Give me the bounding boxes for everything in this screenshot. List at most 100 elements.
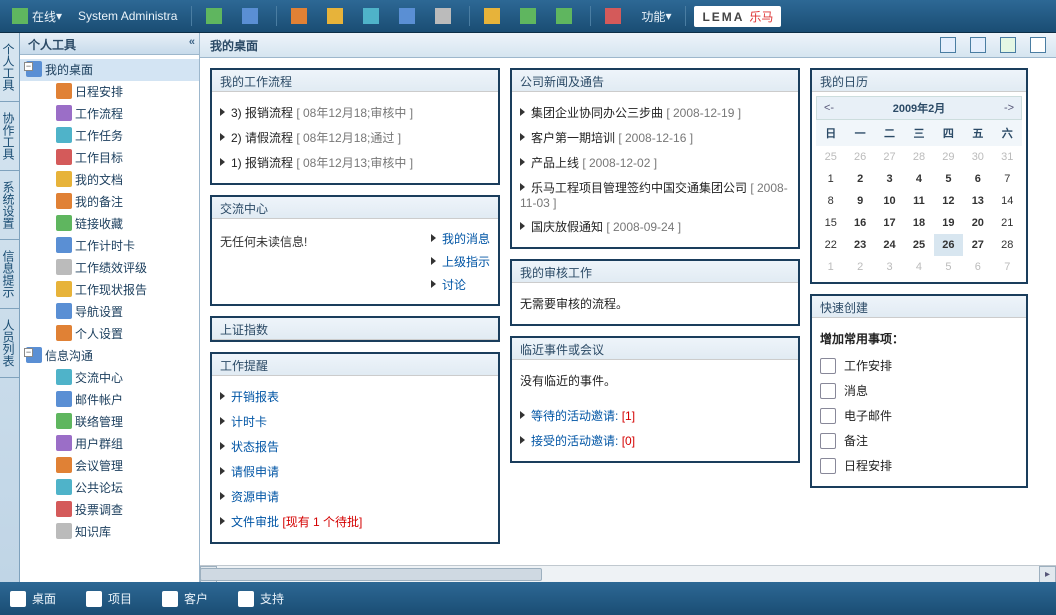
tb-mail-new[interactable] xyxy=(357,4,389,28)
tb-note[interactable] xyxy=(321,4,353,28)
tree-item[interactable]: 日程安排 xyxy=(20,81,199,103)
sidebar-collapse-icon[interactable]: « xyxy=(189,36,195,48)
cal-day[interactable]: 1 xyxy=(816,256,845,278)
cal-day[interactable]: 1 xyxy=(816,168,845,190)
tb-prev[interactable] xyxy=(514,4,546,28)
tree-group-0[interactable]: −我的桌面 xyxy=(20,59,199,81)
cal-day[interactable]: 28 xyxy=(904,146,933,168)
tree-item[interactable]: 交流中心 xyxy=(20,367,199,389)
hdr-add-icon[interactable] xyxy=(1000,37,1016,53)
comm-link[interactable]: 上级指示 xyxy=(431,250,490,273)
tree-toggle-icon[interactable]: − xyxy=(24,62,33,71)
cal-day[interactable]: 16 xyxy=(845,212,874,234)
cal-day[interactable]: 2 xyxy=(845,168,874,190)
tree-item[interactable]: 工作计时卡 xyxy=(20,235,199,257)
cal-day[interactable]: 7 xyxy=(993,256,1022,278)
remind-row[interactable]: 计时卡 xyxy=(220,409,490,434)
cal-day[interactable]: 30 xyxy=(963,146,992,168)
tb-mail-out[interactable] xyxy=(429,4,461,28)
cal-day[interactable]: 15 xyxy=(816,212,845,234)
cal-day[interactable]: 9 xyxy=(845,190,874,212)
comm-link[interactable]: 我的消息 xyxy=(431,227,490,250)
cal-day[interactable]: 29 xyxy=(934,146,963,168)
tb-mail-in[interactable] xyxy=(393,4,425,28)
tree-group-1[interactable]: −信息沟通 xyxy=(20,345,199,367)
quick-item[interactable]: 日程安排 xyxy=(820,453,1018,478)
cal-day[interactable]: 26 xyxy=(845,146,874,168)
tree-item[interactable]: 工作目标 xyxy=(20,147,199,169)
cal-day[interactable]: 6 xyxy=(963,168,992,190)
tree-toggle-icon[interactable]: − xyxy=(24,348,33,357)
bottom-tab-1[interactable]: 项目 xyxy=(86,590,132,607)
tree-item[interactable]: 邮件帐户 xyxy=(20,389,199,411)
cal-day[interactable]: 24 xyxy=(875,234,904,256)
hscroll-thumb[interactable] xyxy=(200,568,542,581)
tb-refresh[interactable] xyxy=(236,4,268,28)
cal-day[interactable]: 28 xyxy=(993,234,1022,256)
remind-row[interactable]: 状态报告 xyxy=(220,434,490,459)
tb-help[interactable] xyxy=(478,4,510,28)
tree-item[interactable]: 我的文档 xyxy=(20,169,199,191)
tree-item[interactable]: 个人设置 xyxy=(20,323,199,345)
remind-row[interactable]: 资源申请 xyxy=(220,484,490,509)
vtab-4[interactable]: 人员列表 xyxy=(0,309,19,378)
cal-day[interactable]: 3 xyxy=(875,256,904,278)
cal-day[interactable]: 27 xyxy=(875,146,904,168)
news-row[interactable]: 国庆放假通知 [ 2008-09-24 ] xyxy=(520,214,790,239)
tree-item[interactable]: 工作现状报告 xyxy=(20,279,199,301)
cal-day[interactable]: 8 xyxy=(816,190,845,212)
tree-item[interactable]: 知识库 xyxy=(20,521,199,543)
quick-item[interactable]: 电子邮件 xyxy=(820,403,1018,428)
workflow-row[interactable]: 3) 报销流程 [ 08年12月18;审核中 ] xyxy=(220,100,490,125)
cal-day[interactable]: 19 xyxy=(934,212,963,234)
cal-next[interactable]: -> xyxy=(997,99,1021,117)
cal-prev[interactable]: <- xyxy=(817,99,841,117)
tb-cal[interactable] xyxy=(285,4,317,28)
cal-day[interactable]: 23 xyxy=(845,234,874,256)
vtab-2[interactable]: 系统设置 xyxy=(0,171,19,240)
comm-link[interactable]: 讨论 xyxy=(431,273,490,296)
vtab-0[interactable]: 个人工具 xyxy=(0,33,19,102)
cal-day[interactable]: 2 xyxy=(845,256,874,278)
workflow-row[interactable]: 2) 请假流程 [ 08年12月18;通过 ] xyxy=(220,125,490,150)
bottom-tab-3[interactable]: 支持 xyxy=(238,590,284,607)
workflow-row[interactable]: 1) 报销流程 [ 08年12月13;审核中 ] xyxy=(220,150,490,175)
cal-day[interactable]: 4 xyxy=(904,168,933,190)
news-row[interactable]: 产品上线 [ 2008-12-02 ] xyxy=(520,150,790,175)
cal-day[interactable]: 18 xyxy=(904,212,933,234)
cal-day[interactable]: 25 xyxy=(904,234,933,256)
cal-day[interactable]: 11 xyxy=(904,190,933,212)
cal-day[interactable]: 10 xyxy=(875,190,904,212)
quick-item[interactable]: 消息 xyxy=(820,378,1018,403)
remind-row[interactable]: 请假申请 xyxy=(220,459,490,484)
tree-item[interactable]: 用户群组 xyxy=(20,433,199,455)
tree-item[interactable]: 工作流程 xyxy=(20,103,199,125)
hscroll-right[interactable]: ▸ xyxy=(1039,566,1056,582)
tb-nav-back[interactable] xyxy=(200,4,232,28)
remind-row[interactable]: 文件审批 [现有 1 个待批] xyxy=(220,509,490,534)
event-invite-row[interactable]: 接受的活动邀请: [0] xyxy=(520,428,790,453)
cal-day[interactable]: 21 xyxy=(993,212,1022,234)
cal-day[interactable]: 31 xyxy=(993,146,1022,168)
cal-day[interactable]: 5 xyxy=(934,256,963,278)
cal-day[interactable]: 27 xyxy=(963,234,992,256)
cal-day[interactable]: 17 xyxy=(875,212,904,234)
remind-row[interactable]: 开销报表 xyxy=(220,384,490,409)
tb-func[interactable]: 功能▾ xyxy=(635,4,677,28)
cal-day[interactable]: 5 xyxy=(934,168,963,190)
cal-day[interactable]: 14 xyxy=(993,190,1022,212)
news-row[interactable]: 集团企业协同办公三步曲 [ 2008-12-19 ] xyxy=(520,100,790,125)
tree-item[interactable]: 链接收藏 xyxy=(20,213,199,235)
tb-next[interactable] xyxy=(550,4,582,28)
hdr-window-icon[interactable] xyxy=(940,37,956,53)
status-btn[interactable]: 在线▾ xyxy=(6,4,68,28)
bottom-tab-2[interactable]: 客户 xyxy=(162,590,208,607)
vtab-1[interactable]: 协作工具 xyxy=(0,102,19,171)
tree-item[interactable]: 公共论坛 xyxy=(20,477,199,499)
vtab-3[interactable]: 信息提示 xyxy=(0,240,19,309)
cal-day[interactable]: 20 xyxy=(963,212,992,234)
cal-day[interactable]: 3 xyxy=(875,168,904,190)
bottom-tab-0[interactable]: 桌面 xyxy=(10,590,56,607)
cal-day[interactable]: 22 xyxy=(816,234,845,256)
cal-day[interactable]: 25 xyxy=(816,146,845,168)
